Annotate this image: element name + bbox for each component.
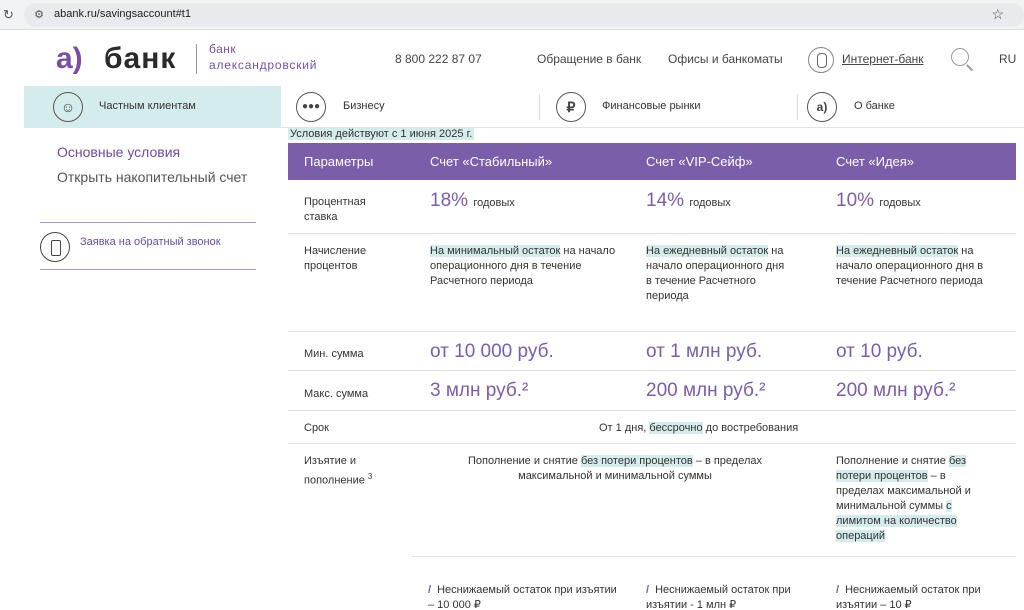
accrual-cell: На ежедневный остаток на начало операцио… bbox=[836, 244, 1006, 289]
max-sum-value: 200 млн руб.² bbox=[836, 380, 956, 401]
withdrawal-label: Изъятие и пополнение bbox=[304, 455, 365, 487]
accrual-cell: На минимальный остаток на начало операци… bbox=[430, 244, 620, 289]
row-label-min: Мин. сумма bbox=[304, 348, 364, 360]
mouse-icon[interactable] bbox=[808, 47, 834, 73]
term-text: до востребования bbox=[702, 422, 799, 434]
phone-icon[interactable] bbox=[40, 232, 70, 262]
min-balance-note: / Неснижаемый остаток при изъятии – 10 ₽ bbox=[836, 583, 996, 610]
language-switch[interactable]: RU bbox=[999, 52, 1016, 66]
row-divider bbox=[288, 410, 1016, 411]
slash-bullet-icon: / bbox=[428, 584, 432, 596]
withdrawal-common-cell: Пополнение и снятие без потери процентов… bbox=[430, 454, 800, 484]
tab-label: О банке bbox=[854, 100, 895, 112]
withdrawal-text: Пополнение и снятие bbox=[836, 455, 949, 467]
hotline-phone[interactable]: 8 800 222 87 07 bbox=[395, 52, 482, 66]
column-header: Счет «Стабильный» bbox=[430, 154, 553, 169]
rate-cell: 14% годовых bbox=[646, 190, 731, 212]
max-sum-value: 3 млн руб.² bbox=[430, 380, 529, 401]
nav-offices-link[interactable]: Офисы и банкоматы bbox=[668, 52, 783, 66]
bookmark-star-icon[interactable]: ☆ bbox=[991, 6, 1004, 23]
column-header: Счет «Идея» bbox=[836, 154, 915, 169]
nav-appeal-link[interactable]: Обращение в банк bbox=[537, 52, 641, 66]
bullet-text: Неснижаемый остаток при изъятии – 10 000… bbox=[428, 584, 617, 610]
tab-about-bank[interactable]: а) О банке bbox=[798, 86, 1024, 128]
max-sum-value: 200 млн руб.² bbox=[646, 380, 766, 401]
row-divider bbox=[288, 370, 1016, 371]
rate-unit: годовых bbox=[473, 197, 515, 209]
row-divider bbox=[412, 556, 1016, 557]
tab-label: Частным клиентам bbox=[99, 100, 196, 112]
bullet-text: Неснижаемый остаток при изъятии - 1 млн … bbox=[646, 584, 791, 610]
footnote-mark: 3 bbox=[367, 472, 373, 481]
reload-icon[interactable]: ↻ bbox=[3, 7, 14, 23]
internet-bank-link[interactable]: Интернет-банк bbox=[842, 52, 924, 66]
tab-financial-markets[interactable]: ₽ Финансовые рынки bbox=[540, 86, 797, 128]
divider bbox=[40, 222, 256, 223]
rate-value: 10% bbox=[836, 190, 875, 211]
slash-bullet-icon: / bbox=[836, 584, 840, 596]
conditions-date-note: Условия действуют с 1 июня 2025 г. bbox=[288, 128, 475, 140]
term-cell: От 1 дня, бессрочно до востребования bbox=[599, 421, 798, 436]
address-bar[interactable]: ⚙ abank.ru/savingsaccount#t1 ☆ bbox=[24, 3, 1024, 27]
accrual-highlight: На ежедневный остаток bbox=[646, 245, 769, 257]
sidebar-item-open-account[interactable]: Открыть накопительный счет bbox=[57, 169, 247, 185]
rate-cell: 18% годовых bbox=[430, 190, 515, 212]
accrual-highlight: На минимальный остаток bbox=[430, 245, 561, 257]
row-divider bbox=[288, 233, 1016, 234]
sidebar: Основные условия Открыть накопительный с… bbox=[40, 128, 260, 428]
rate-unit: годовых bbox=[689, 197, 731, 209]
row-label-term: Срок bbox=[304, 422, 329, 434]
slash-bullet-icon: / bbox=[646, 584, 650, 596]
term-text: От 1 дня, bbox=[599, 422, 650, 434]
column-header: Параметры bbox=[304, 154, 374, 169]
site-info-icon[interactable]: ⚙ bbox=[32, 8, 46, 22]
row-divider bbox=[288, 443, 1016, 444]
min-balance-note: / Неснижаемый остаток при изъятии - 1 млн… bbox=[646, 583, 806, 610]
min-sum-value: от 10 руб. bbox=[836, 341, 923, 362]
url-text[interactable]: abank.ru/savingsaccount#t1 bbox=[54, 8, 191, 20]
min-sum-value: от 10 000 руб. bbox=[430, 341, 554, 362]
logo-mark: а) bbox=[56, 42, 83, 75]
bullet-text: Неснижаемый остаток при изъятии – 10 ₽ bbox=[836, 584, 981, 610]
withdrawal-highlight: без потери процентов bbox=[580, 455, 693, 467]
withdrawal-text: Пополнение и снятие bbox=[467, 455, 581, 467]
search-icon[interactable] bbox=[951, 48, 969, 66]
site-header: а) банк банк александровский 8 800 222 8… bbox=[0, 30, 1024, 86]
row-label-rate: Процентная ставка bbox=[304, 196, 366, 223]
row-divider bbox=[288, 331, 1016, 332]
table-header: Параметры Счет «Стабильный» Счет «VIP-Се… bbox=[288, 143, 1016, 180]
rate-cell: 10% годовых bbox=[836, 190, 921, 212]
logo-subtitle-1: банк bbox=[209, 42, 237, 56]
callback-request-link[interactable]: Заявка на обратный звонок bbox=[80, 236, 221, 248]
accrual-cell: На ежедневный остаток на начало операцио… bbox=[646, 244, 786, 304]
row-label-withdrawal: Изъятие и пополнение 3 bbox=[304, 454, 399, 489]
rate-value: 18% bbox=[430, 190, 469, 211]
row-label-max: Макс. сумма bbox=[304, 388, 369, 400]
withdrawal-idea-cell: Пополнение и снятие без потери процентов… bbox=[836, 454, 996, 544]
column-header: Счет «VIP-Сейф» bbox=[646, 154, 753, 169]
ruble-icon: ₽ bbox=[556, 92, 586, 122]
min-sum-value: от 1 млн руб. bbox=[646, 341, 763, 362]
sidebar-item-main-conditions[interactable]: Основные условия bbox=[57, 144, 180, 160]
logo-subtitle-2: александровский bbox=[209, 58, 318, 72]
rate-unit: годовых bbox=[879, 197, 921, 209]
tab-private-clients[interactable]: ☺ Частным клиентам bbox=[24, 86, 281, 128]
divider bbox=[40, 269, 256, 270]
row-label-accrual: Начисление процентов bbox=[304, 245, 367, 272]
tab-label: Финансовые рынки bbox=[602, 100, 701, 112]
browser-bar: ↻ ⚙ abank.ru/savingsaccount#t1 ☆ bbox=[0, 0, 1024, 30]
bank-logo-icon: а) bbox=[807, 92, 837, 122]
tab-business[interactable]: ●●● Бизнесу bbox=[281, 86, 539, 128]
logo-word: банк bbox=[104, 42, 177, 75]
term-highlight: бессрочно bbox=[649, 422, 703, 434]
min-balance-note: / Неснижаемый остаток при изъятии – 10 00… bbox=[428, 583, 618, 610]
group-icon: ●●● bbox=[296, 92, 326, 122]
accrual-highlight: На ежедневный остаток bbox=[836, 245, 959, 257]
tab-label: Бизнесу bbox=[343, 100, 385, 112]
logo-divider bbox=[196, 44, 197, 74]
person-icon: ☺ bbox=[53, 92, 83, 122]
rate-value: 14% bbox=[646, 190, 685, 211]
category-nav: ☺ Частным клиентам ●●● Бизнесу ₽ Финансо… bbox=[24, 86, 1024, 128]
